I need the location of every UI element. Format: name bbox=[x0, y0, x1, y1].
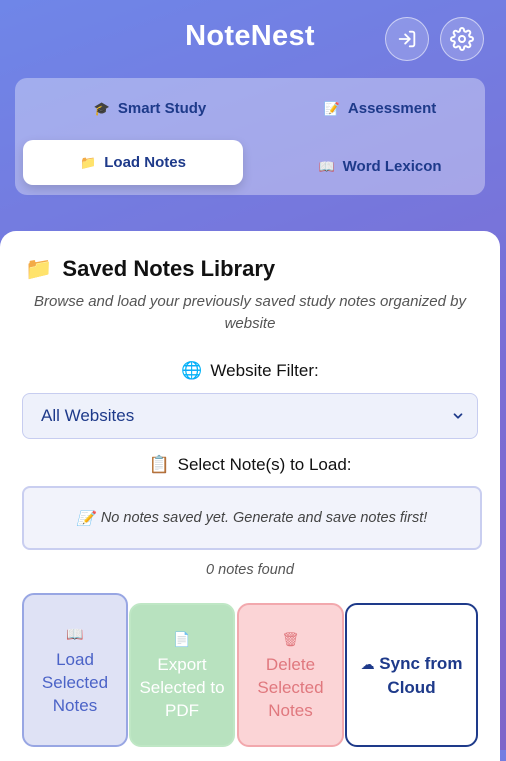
logout-button[interactable] bbox=[385, 17, 429, 61]
book-icon: 📖 bbox=[66, 626, 84, 642]
website-filter-label-text: Website Filter: bbox=[210, 361, 319, 380]
cloud-icon: ☁ bbox=[360, 655, 375, 672]
section-title-text: Saved Notes Library bbox=[62, 256, 276, 281]
button-label: Sync from Cloud bbox=[379, 653, 463, 697]
select-notes-label-text: Select Note(s) to Load: bbox=[177, 455, 352, 474]
graduation-cap-icon: 🎓 bbox=[93, 100, 110, 116]
button-label: Load Selected Notes bbox=[41, 650, 109, 715]
gear-icon bbox=[450, 27, 474, 51]
website-filter-select[interactable]: All Websites bbox=[22, 393, 478, 439]
globe-icon: 🌐 bbox=[181, 361, 203, 380]
chevron-down-icon bbox=[453, 413, 463, 419]
settings-button[interactable] bbox=[440, 17, 484, 61]
folder-icon: 📁 bbox=[25, 256, 53, 281]
tab-assessment[interactable]: 📝 Assessment bbox=[270, 86, 490, 131]
memo-icon: 📝 bbox=[76, 510, 95, 527]
button-label: Export Selected to PDF bbox=[139, 655, 225, 720]
empty-notes-message: No notes saved yet. Generate and save no… bbox=[100, 510, 428, 526]
folder-icon: 📁 bbox=[80, 154, 97, 170]
trash-icon: 🗑 bbox=[281, 631, 300, 647]
delete-selected-notes-button[interactable]: 🗑 Delete Selected Notes bbox=[237, 603, 344, 747]
tab-label: Smart Study bbox=[117, 100, 207, 117]
export-selected-pdf-button[interactable]: 📄 Export Selected to PDF bbox=[129, 603, 235, 747]
tab-label: Load Notes bbox=[104, 154, 186, 171]
section-description: Browse and load your previously saved st… bbox=[34, 293, 466, 332]
tab-label: Word Lexicon bbox=[342, 158, 442, 175]
tab-bar: 🎓 Smart Study 📝 Assessment 📁 Load Notes … bbox=[15, 78, 485, 195]
tab-word-lexicon[interactable]: 📖 Word Lexicon bbox=[270, 144, 490, 189]
document-icon: 📄 bbox=[173, 631, 191, 647]
logout-icon bbox=[398, 30, 416, 48]
load-selected-notes-button[interactable]: 📖 Load Selected Notes bbox=[22, 593, 128, 747]
notes-list[interactable]: 📝 No notes saved yet. Generate and save … bbox=[22, 486, 482, 550]
memo-icon: 📝 bbox=[323, 100, 340, 116]
website-filter-value: All Websites bbox=[41, 406, 135, 425]
sync-from-cloud-button[interactable]: ☁ Sync from Cloud bbox=[345, 603, 478, 747]
tab-load-notes[interactable]: 📁 Load Notes bbox=[23, 140, 243, 185]
tab-label: Assessment bbox=[347, 100, 437, 117]
book-icon: 📖 bbox=[318, 158, 335, 174]
website-filter-label: 🌐 Website Filter: bbox=[0, 361, 500, 381]
notes-count: 0 notes found bbox=[206, 562, 294, 578]
load-notes-panel: 📁 Saved Notes Library Browse and load yo… bbox=[0, 231, 500, 761]
button-label: Delete Selected Notes bbox=[257, 655, 324, 720]
sync-label-wrap: ☁ Sync from Cloud bbox=[347, 652, 476, 699]
section-title: 📁 Saved Notes Library bbox=[25, 256, 275, 282]
app-header: NoteNest bbox=[0, 0, 500, 80]
clipboard-icon: 📋 bbox=[148, 455, 170, 474]
select-notes-label: 📋 Select Note(s) to Load: bbox=[0, 455, 500, 475]
tab-smart-study[interactable]: 🎓 Smart Study bbox=[40, 86, 260, 131]
